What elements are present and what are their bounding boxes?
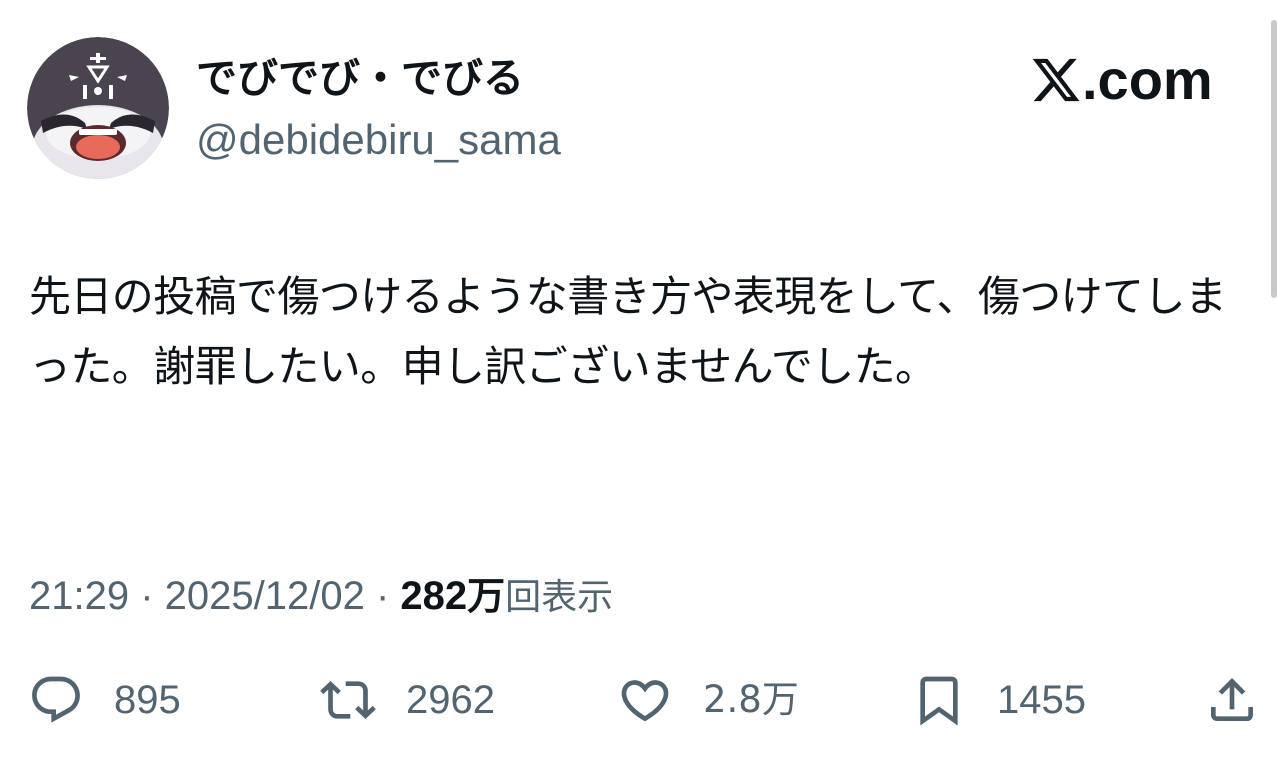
like-button[interactable]: 2.8万	[617, 672, 799, 728]
meta-separator: ·	[364, 574, 401, 618]
meta-separator: ·	[129, 574, 165, 618]
retweet-count: 2962	[406, 678, 495, 722]
display-name[interactable]: でびでび・でびる	[196, 52, 524, 104]
views-count: 282	[400, 574, 468, 618]
retweet-button[interactable]: 2962	[320, 672, 495, 728]
bookmark-count: 1455	[997, 678, 1086, 722]
user-handle[interactable]: @debidebiru_sama	[196, 114, 561, 166]
views-label: 回表示	[505, 577, 614, 618]
avatar[interactable]	[27, 37, 169, 179]
retweet-icon	[320, 681, 376, 719]
bookmark-icon	[920, 676, 958, 726]
tweet-date[interactable]: 2025/12/02	[165, 574, 365, 618]
reply-button[interactable]: 895	[28, 672, 181, 728]
share-icon	[1211, 678, 1253, 721]
x-logo-icon	[1032, 58, 1080, 102]
share-button[interactable]	[1204, 672, 1260, 728]
reply-count: 895	[114, 678, 181, 722]
avatar-demon-mascot-icon	[27, 37, 169, 179]
scrollbar[interactable]	[1271, 20, 1277, 298]
tweet-text: 先日の投稿で傷つけるような書き方や表現をして、傷つけてしまった。謝罪したい。申し…	[29, 272, 1227, 391]
brand-x-com: .com	[1030, 50, 1213, 110]
bookmark-button[interactable]: 1455	[911, 672, 1086, 728]
heart-icon	[621, 680, 669, 722]
like-count: 2.8万	[703, 678, 799, 721]
views-unit: 万	[467, 574, 506, 618]
brand-domain: .com	[1082, 48, 1213, 111]
tweet-meta: 21:29 · 2025/12/02 · 282万回表示	[29, 572, 613, 622]
reply-icon	[32, 676, 80, 723]
tweet-time[interactable]: 21:29	[29, 574, 129, 618]
